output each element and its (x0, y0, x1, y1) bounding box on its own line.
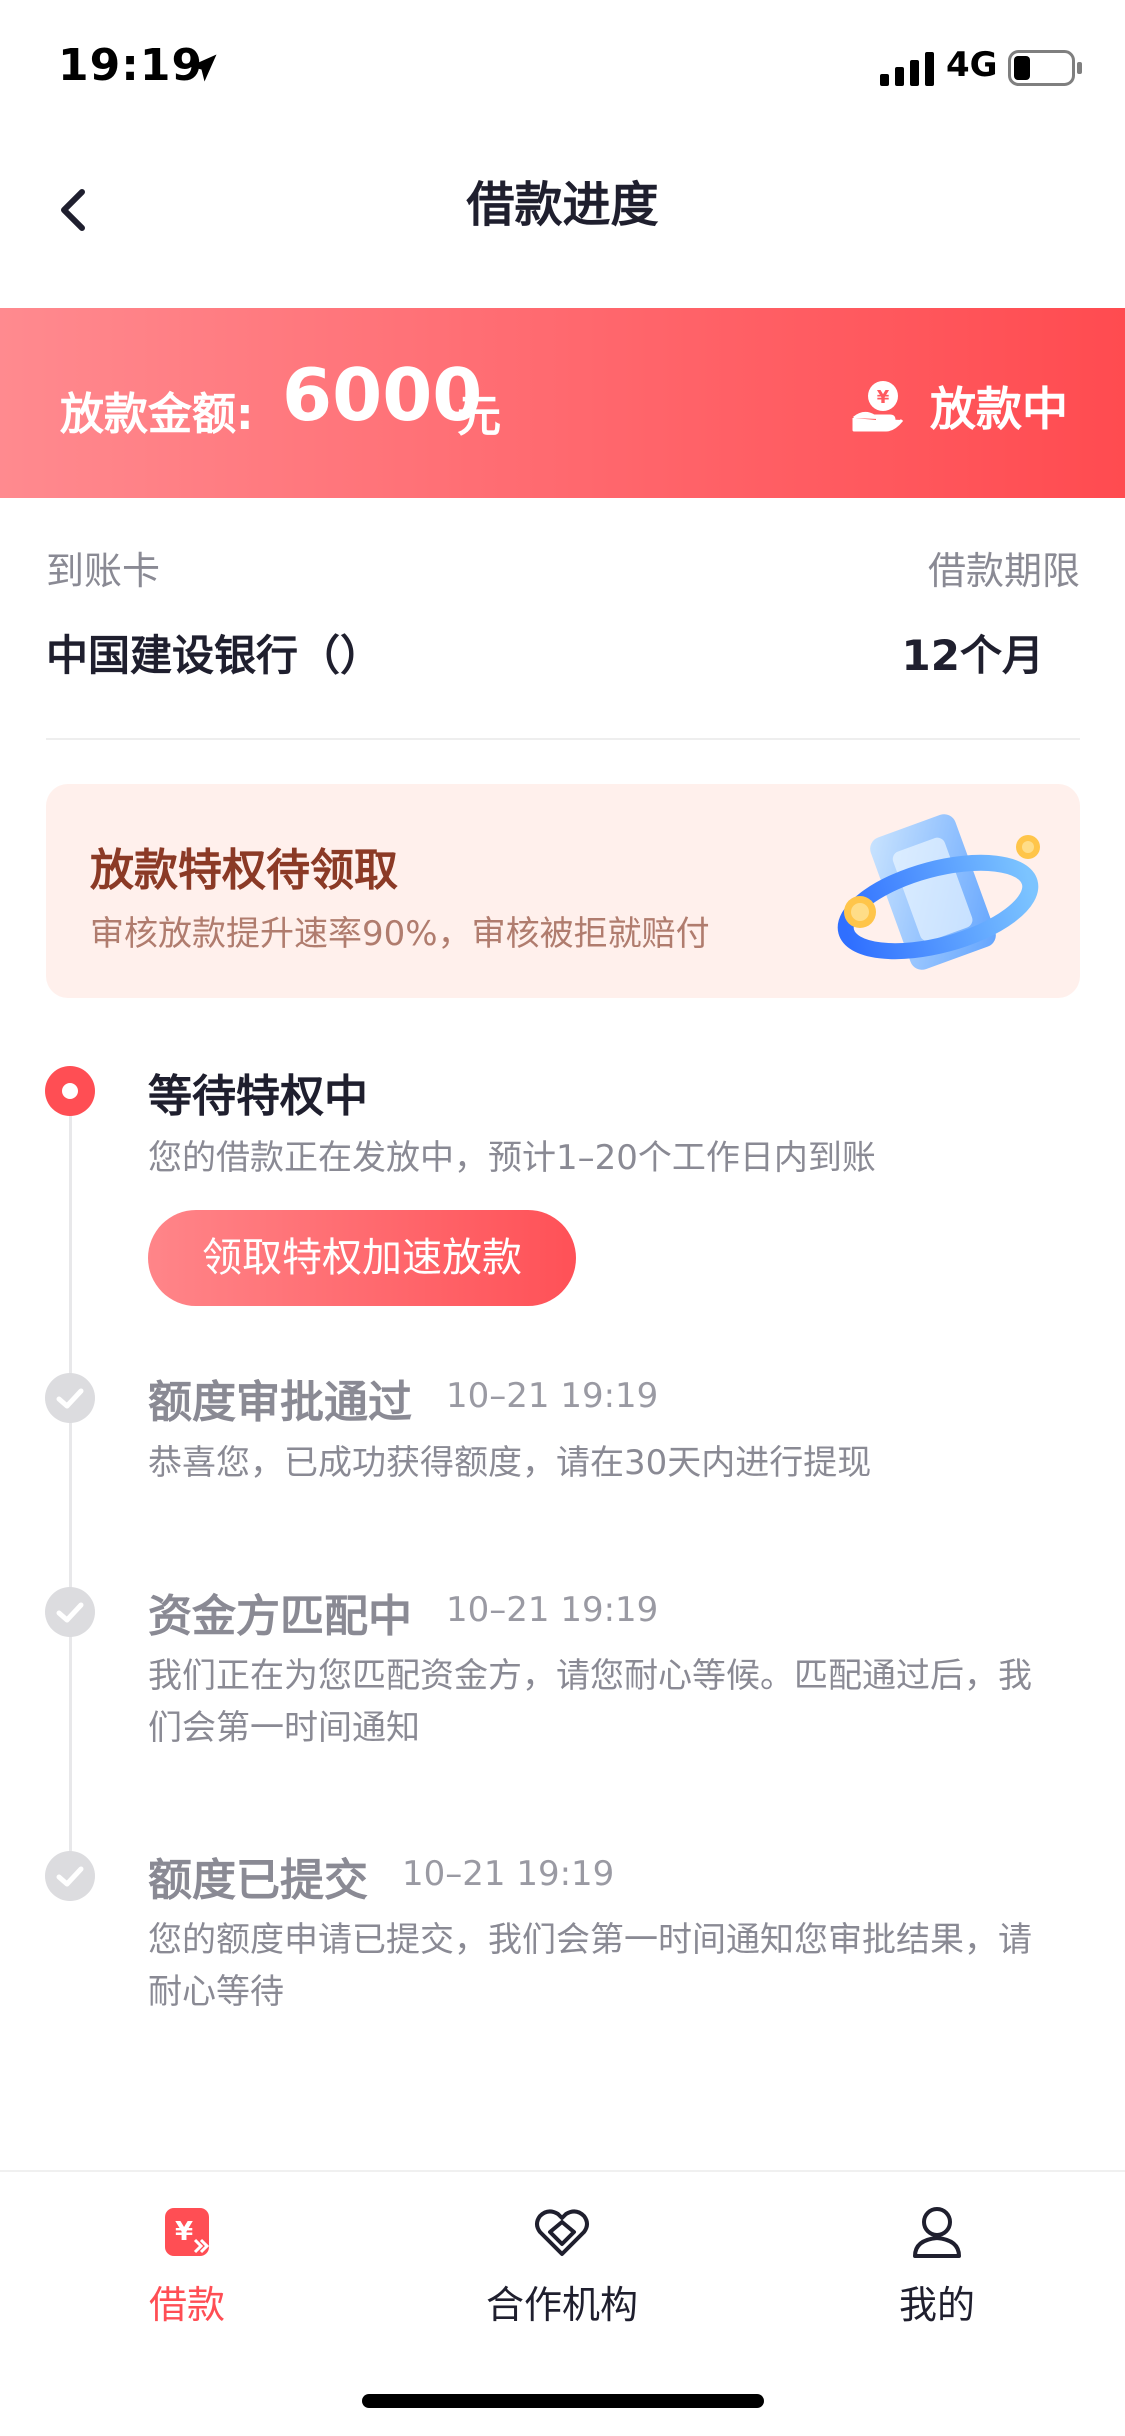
step-title: 额度审批通过 (148, 1377, 412, 1428)
disbursement-status: 放款中 (930, 382, 1068, 436)
handshake-heart-icon (535, 2209, 589, 2256)
network-label: 4G (946, 45, 998, 85)
user-icon (913, 2207, 961, 2258)
step-active-dot (45, 1066, 95, 1116)
step-description: 您的额度申请已提交，我们会第一时间通知您审批结果，请耐心等待 (148, 1920, 1032, 2012)
hand-coin-icon: ¥ (852, 381, 904, 432)
step-time: 10–21 19:19 (446, 1590, 659, 1630)
step-description: 恭喜您，已成功获得额度，请在30天内进行提现 (148, 1443, 872, 1483)
page-title: 借款进度 (466, 177, 659, 233)
promo-subtitle: 审核放款提升速率90%，审核被拒就赔付 (90, 914, 710, 954)
timeline-line (69, 1090, 72, 1890)
tab-partners[interactable]: 合作机构 (462, 2202, 662, 2329)
status-time: 19:19 (58, 40, 204, 91)
term-label: 借款期限 (927, 549, 1080, 593)
step-title: 等待特权中 (148, 1071, 368, 1122)
loan-icon: ¥ (165, 2208, 210, 2256)
battery-icon (1008, 50, 1082, 86)
promo-card[interactable]: 放款特权待领取 审核放款提升速率90%，审核被拒就赔付 (46, 784, 1080, 998)
svg-text:¥: ¥ (877, 387, 890, 408)
tab-mine[interactable]: 我的 (837, 2202, 1037, 2329)
check-circle-icon (45, 1851, 95, 1901)
step-title: 额度已提交 (148, 1855, 368, 1906)
home-indicator[interactable] (362, 2394, 764, 2408)
step-title: 资金方匹配中 (148, 1591, 412, 1642)
tab-label: 合作机构 (485, 2283, 638, 2327)
step-description: 您的借款正在发放中，预计1–20个工作日内到账 (148, 1138, 876, 1178)
status-bar: 19:19 4G (0, 0, 1125, 140)
step-time: 10–21 19:19 (402, 1854, 615, 1894)
check-circle-icon (45, 1587, 95, 1637)
location-arrow-icon (189, 54, 217, 82)
svg-text:¥: ¥ (175, 2217, 193, 2247)
promo-title: 放款特权待领取 (90, 845, 398, 896)
step-description: 我们正在为您匹配资金方，请您耐心等候。匹配通过后，我们会第一时间通知 (148, 1656, 1032, 1748)
signal-icon (880, 52, 934, 86)
tab-label: 借款 (148, 2283, 225, 2327)
card-ring-illustration (837, 814, 1040, 970)
check-circle-icon (45, 1373, 95, 1423)
amount-label: 放款金额: (60, 389, 254, 440)
divider (46, 738, 1080, 740)
nav-bar: 借款进度 (0, 140, 1125, 308)
tab-label: 我的 (898, 2283, 975, 2327)
amount-unit: 元 (457, 391, 501, 442)
amount-value: 6000 (282, 353, 483, 437)
step-time: 10–21 19:19 (446, 1376, 659, 1416)
amount-banner: 放款金额: 6000 元 ¥ 放款中 (0, 308, 1125, 498)
card-value: 中国建设银行（） (46, 631, 383, 680)
tab-loan[interactable]: ¥ 借款 (87, 2202, 287, 2329)
claim-privilege-button[interactable]: 领取特权加速放款 (148, 1210, 576, 1306)
term-value: 12个月 (901, 631, 1044, 680)
card-label: 到账卡 (46, 549, 161, 593)
